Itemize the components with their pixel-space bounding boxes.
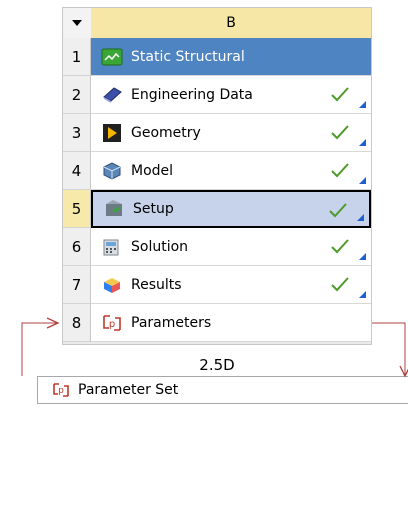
connector-right-arrow — [399, 365, 408, 378]
connector-right — [372, 322, 406, 376]
connector-left — [21, 322, 58, 376]
parameter-connectors — [21, 317, 408, 378]
